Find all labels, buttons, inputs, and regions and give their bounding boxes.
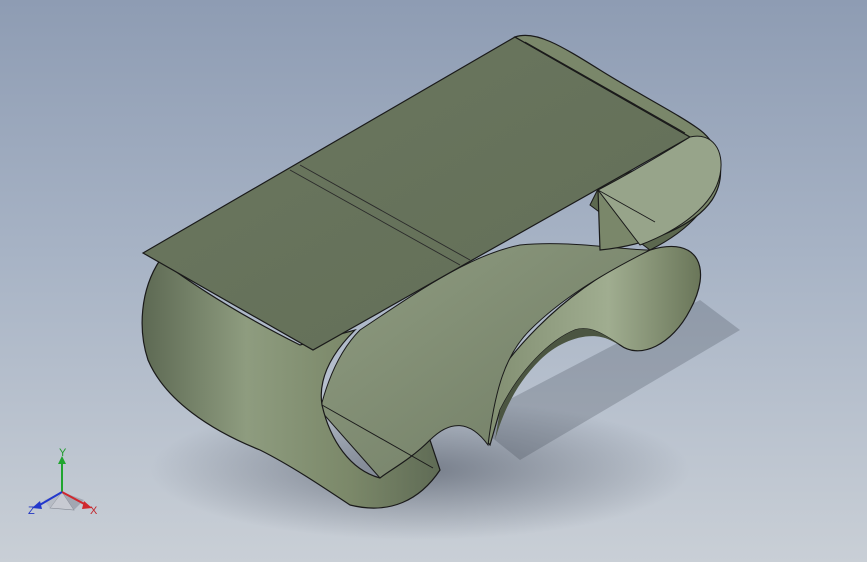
part-model[interactable] [0, 0, 867, 562]
triad-x-label: X [90, 505, 98, 517]
view-orientation-triad: Y X Z [26, 448, 106, 520]
triad-z-label: Z [28, 505, 35, 517]
triad-y-label: Y [59, 447, 67, 459]
graphics-viewport[interactable]: Y X Z [0, 0, 867, 562]
